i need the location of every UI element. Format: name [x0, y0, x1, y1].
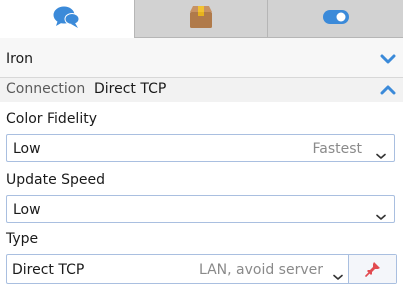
tab-bar [0, 0, 403, 38]
connection-header[interactable]: Connection Direct TCP [0, 78, 403, 102]
connection-value: Direct TCP [94, 81, 167, 97]
chevron-down-icon [376, 206, 386, 225]
profile-name: Iron [6, 51, 34, 67]
color-fidelity-label: Color Fidelity [6, 111, 97, 127]
update-speed-select[interactable]: Low [6, 195, 395, 223]
connection-label: Connection [6, 81, 86, 97]
color-fidelity-value: Low [13, 141, 41, 157]
chevron-down-icon [376, 145, 386, 164]
profile-header[interactable]: Iron [0, 38, 403, 78]
chat-bubbles-icon [53, 4, 81, 34]
toggle-switch-icon [322, 8, 350, 30]
color-fidelity-hint: Fastest [312, 141, 362, 157]
color-fidelity-select[interactable]: Low Fastest [6, 134, 395, 162]
chevron-up-icon[interactable] [380, 81, 396, 100]
update-speed-value: Low [13, 202, 41, 218]
chevron-down-icon[interactable] [380, 50, 396, 69]
type-label: Type [6, 231, 39, 247]
type-select[interactable]: Direct TCP LAN, avoid server [7, 255, 347, 283]
tab-packages[interactable] [134, 0, 267, 38]
chevron-down-icon [333, 266, 343, 285]
type-value: Direct TCP [12, 262, 85, 278]
type-hint: LAN, avoid server [198, 262, 323, 278]
connection-settings-panel: Color Fidelity Low Fastest Update Speed … [0, 102, 403, 291]
tab-chat[interactable] [0, 0, 134, 38]
pin-button[interactable] [348, 255, 396, 283]
type-split-control: Direct TCP LAN, avoid server [6, 254, 397, 284]
tab-toggles[interactable] [267, 0, 403, 38]
package-box-icon [187, 4, 215, 34]
update-speed-label: Update Speed [6, 172, 106, 188]
